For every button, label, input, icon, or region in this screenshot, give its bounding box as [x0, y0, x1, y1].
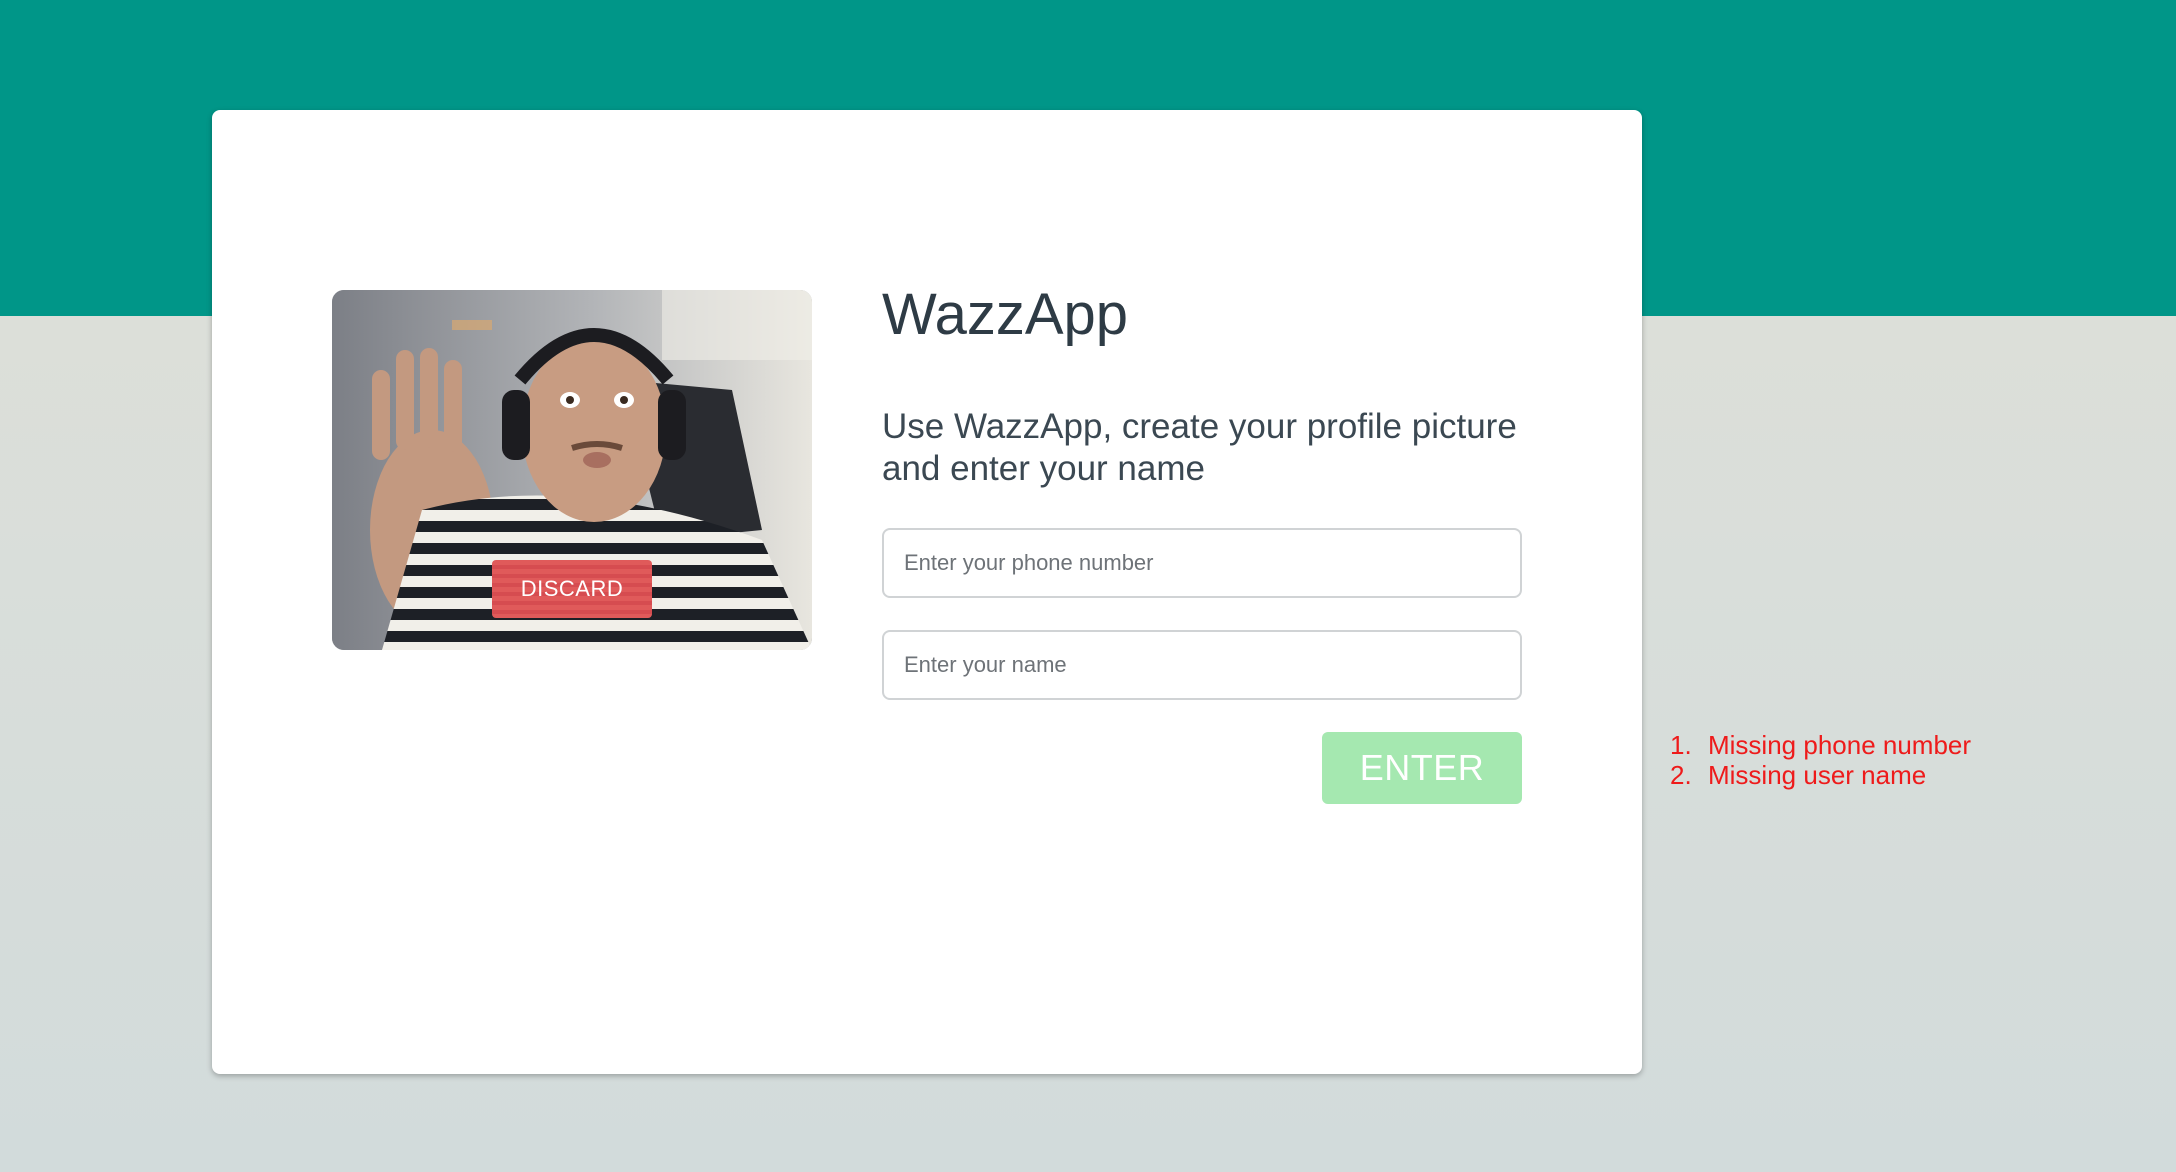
error-number: 2. [1670, 760, 1692, 790]
app-title: WazzApp [882, 282, 1129, 347]
profile-photo-preview: DISCARD [332, 290, 812, 650]
phone-number-input[interactable] [882, 528, 1522, 598]
page-subtitle: Use WazzApp, create your profile picture… [882, 407, 1517, 488]
discard-button[interactable]: DISCARD [492, 560, 652, 618]
error-text: Missing user name [1708, 760, 1927, 790]
error-item: 1. Missing phone number [1670, 730, 1971, 760]
error-text: Missing phone number [1708, 730, 1972, 760]
signup-card: DISCARD WazzApp Use WazzApp, create your… [212, 110, 1642, 1074]
enter-button[interactable]: ENTER [1322, 732, 1522, 804]
name-input[interactable] [882, 630, 1522, 700]
error-item: 2. Missing user name [1670, 760, 1971, 790]
error-number: 1. [1670, 730, 1692, 760]
validation-error-list: 1. Missing phone number 2. Missing user … [1670, 730, 1971, 790]
